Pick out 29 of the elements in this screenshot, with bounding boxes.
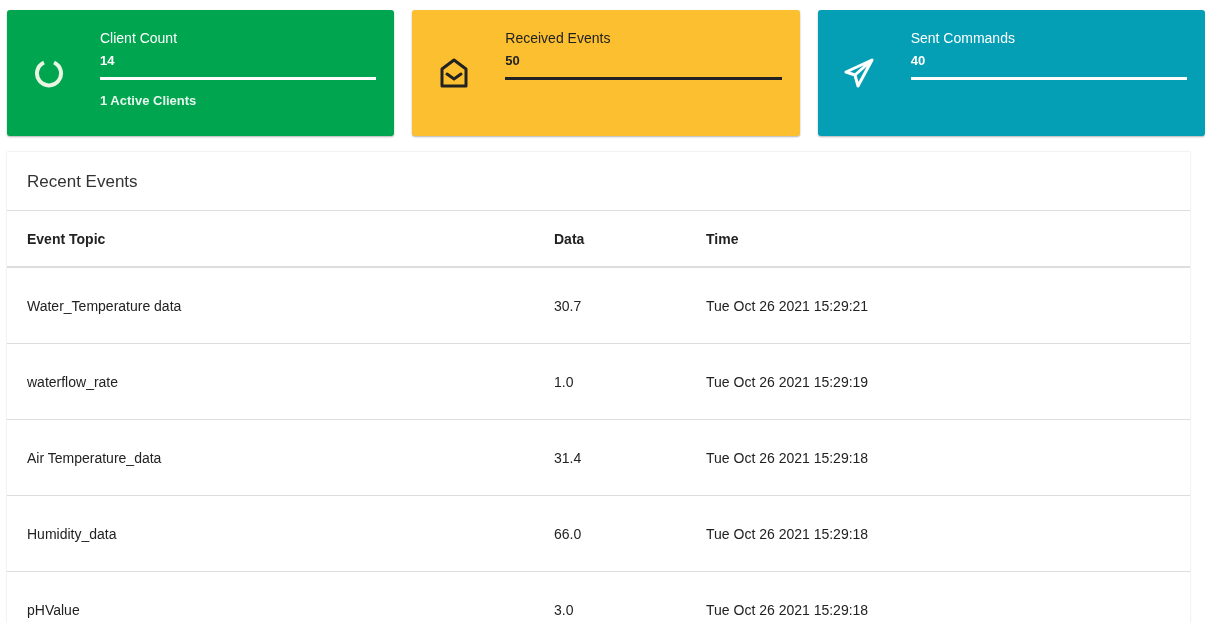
table-cell: Tue Oct 26 2021 15:29:19 xyxy=(706,373,869,390)
info-box-title: Client Count xyxy=(100,30,178,46)
table-cell: 3.0 xyxy=(554,601,574,618)
card-title: Recent Events xyxy=(27,172,138,191)
info-box-title: Received Events xyxy=(505,30,611,46)
table-cell: 66.0 xyxy=(554,525,582,542)
table-cell: Air Temperature_data xyxy=(27,449,162,466)
table-cell: Humidity_data xyxy=(27,525,117,542)
paper-plane-icon xyxy=(844,58,875,88)
table-cell: waterflow_rate xyxy=(27,373,119,390)
column-header: Event Topic xyxy=(27,230,106,247)
table-cell: pHValue xyxy=(27,601,80,618)
table-cell: Tue Oct 26 2021 15:29:21 xyxy=(706,297,869,314)
table-cell: Tue Oct 26 2021 15:29:18 xyxy=(706,449,869,466)
table-cell: 31.4 xyxy=(554,449,582,466)
table-cell: 1.0 xyxy=(554,373,574,390)
table-cell: Water_Temperature data xyxy=(27,297,182,314)
info-box-number: 50 xyxy=(505,53,520,68)
info-box-number: 14 xyxy=(100,53,115,68)
column-header: Time xyxy=(706,230,739,247)
table-cell: 30.7 xyxy=(554,297,582,314)
table-cell: Tue Oct 26 2021 15:29:18 xyxy=(706,525,869,542)
info-box-title: Sent Commands xyxy=(910,30,1015,46)
column-header: Data xyxy=(554,230,585,247)
open-envelope-icon xyxy=(438,57,469,89)
info-box-description: 1 Active Clients xyxy=(100,93,197,108)
table-cell: Tue Oct 26 2021 15:29:18 xyxy=(706,601,869,618)
ring-icon xyxy=(33,58,64,88)
info-box-number: 40 xyxy=(910,53,926,68)
